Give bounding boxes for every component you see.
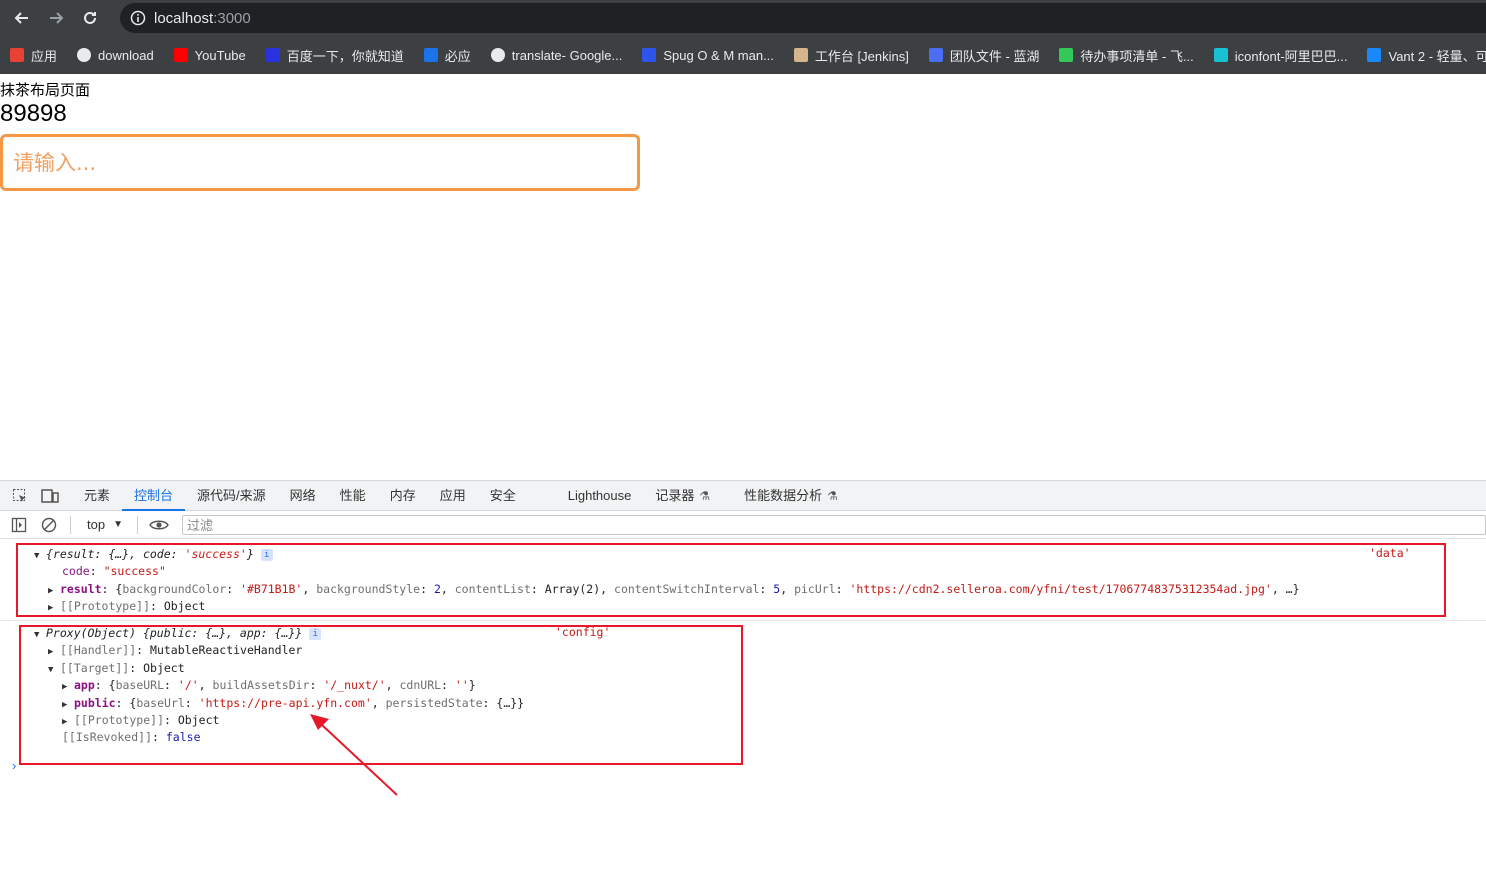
bookmark-item[interactable]: YouTube <box>173 47 246 63</box>
bookmark-label: iconfont-阿里巴巴... <box>1234 48 1348 64</box>
globe-icon <box>77 48 92 62</box>
youtube-icon <box>173 48 188 62</box>
tab-9[interactable]: 记录器 ⚗ <box>655 481 710 511</box>
jenkins-icon <box>793 48 808 62</box>
bookmark-item[interactable]: 工作台 [Jenkins] <box>793 46 909 65</box>
site-info-icon[interactable] <box>130 10 146 26</box>
reload-icon[interactable] <box>78 6 102 30</box>
caret-down-icon: ▼ <box>113 519 123 530</box>
forward-arrow-icon[interactable] <box>44 6 68 30</box>
bookmark-item[interactable]: 百度一下，你就知道 <box>265 46 404 65</box>
bookmark-item[interactable]: translate- Google... <box>490 47 623 63</box>
bookmark-item[interactable]: 应用 <box>10 46 57 65</box>
bookmark-label: 应用 <box>31 48 58 64</box>
divider <box>70 515 71 534</box>
bookmark-label: 团队文件 - 蓝湖 <box>949 48 1040 64</box>
tab-4[interactable]: 性能 <box>340 481 366 511</box>
clear-console-icon[interactable] <box>40 516 58 534</box>
tab-10[interactable]: 性能数据分析 ⚗ <box>744 481 838 511</box>
filter-placeholder: 过滤 <box>186 518 213 533</box>
console-prompt-icon[interactable]: › <box>12 758 16 773</box>
bookmark-item[interactable]: 必应 <box>423 46 471 65</box>
console-filter-input[interactable]: 过滤 <box>181 514 1486 535</box>
page-number: 89898 <box>0 100 67 127</box>
divider <box>136 515 138 534</box>
bing-search-icon <box>423 48 438 62</box>
baidu-paw-icon <box>265 48 280 62</box>
tab-5[interactable]: 内存 <box>390 481 416 511</box>
bookmark-label: 必应 <box>444 48 471 64</box>
console-toolbar: top ▼ 过滤 <box>0 511 1486 539</box>
device-toolbar-icon[interactable] <box>40 486 60 506</box>
tab-3[interactable]: 网络 <box>290 481 316 511</box>
bookmark-item[interactable]: Spug O & M man... <box>642 48 774 63</box>
bookmark-label: translate- Google... <box>511 47 623 63</box>
bookmark-item[interactable]: Vant 2 - 轻量、可... <box>1367 46 1486 65</box>
context-selector[interactable]: top ▼ <box>87 517 123 532</box>
bookmark-item[interactable]: download <box>77 48 154 63</box>
browser-toolbar: localhost:3000 <box>0 0 1486 36</box>
lanhu-icon <box>928 48 943 62</box>
page-viewport: 抹茶布局页面 89898 <box>0 74 1486 480</box>
bookmark-label: 工作台 [Jenkins] <box>814 48 909 64</box>
spug-icon <box>642 48 657 62</box>
bookmark-label: YouTube <box>194 47 246 63</box>
feishu-sheet-icon <box>1059 48 1074 62</box>
apps-grid-icon <box>10 48 24 62</box>
bookmarks-bar: 应用 download YouTube 百度一下，你就知道 必应 translate- G… <box>0 36 1486 74</box>
bookmark-label: Vant 2 - 轻量、可... <box>1388 48 1486 64</box>
address-bar[interactable]: localhost:3000 <box>120 3 1486 33</box>
flask-icon: ⚗ <box>827 488 838 503</box>
sidebar-toggle-icon[interactable] <box>10 516 28 534</box>
bookmark-label: download <box>98 47 154 63</box>
tab-2[interactable]: 源代码/来源 <box>197 481 266 511</box>
flask-icon: ⚗ <box>699 488 711 503</box>
bookmark-label: 百度一下，你就知道 <box>286 48 404 64</box>
tab-7[interactable]: 安全 <box>490 481 516 511</box>
bookmark-label: 待办事项清单 - 飞... <box>1080 48 1194 64</box>
tab-1[interactable]: 控制台 <box>122 481 186 511</box>
tab-8[interactable]: Lighthouse <box>568 481 632 511</box>
tab-0[interactable]: 元素 <box>84 481 110 511</box>
inspect-element-icon[interactable] <box>10 486 30 506</box>
page-title: 抹茶布局页面 <box>0 82 91 99</box>
google-g-icon <box>490 48 505 62</box>
url-text: localhost:3000 <box>154 9 251 27</box>
tab-6[interactable]: 应用 <box>440 481 466 511</box>
back-arrow-icon[interactable] <box>10 6 34 30</box>
bookmark-label: Spug O & M man... <box>663 47 774 63</box>
vant-icon <box>1367 48 1382 62</box>
devtools-tab-bar: 元素 控制台 源代码/来源 网络 性能 内存 应用 安全 Lighthouse 记录器 ⚗ 性能数据分… <box>0 481 1486 511</box>
annotation-box-config <box>19 625 743 765</box>
eye-icon[interactable] <box>148 516 170 534</box>
bookmark-item[interactable]: 待办事项清单 - 飞... <box>1059 46 1194 65</box>
bookmark-item[interactable]: iconfont-阿里巴巴... <box>1213 46 1348 65</box>
bookmark-item[interactable]: 团队文件 - 蓝湖 <box>928 46 1040 65</box>
iconfont-icon <box>1213 48 1228 62</box>
text-input[interactable] <box>0 134 640 191</box>
annotation-box-data <box>16 543 1446 617</box>
